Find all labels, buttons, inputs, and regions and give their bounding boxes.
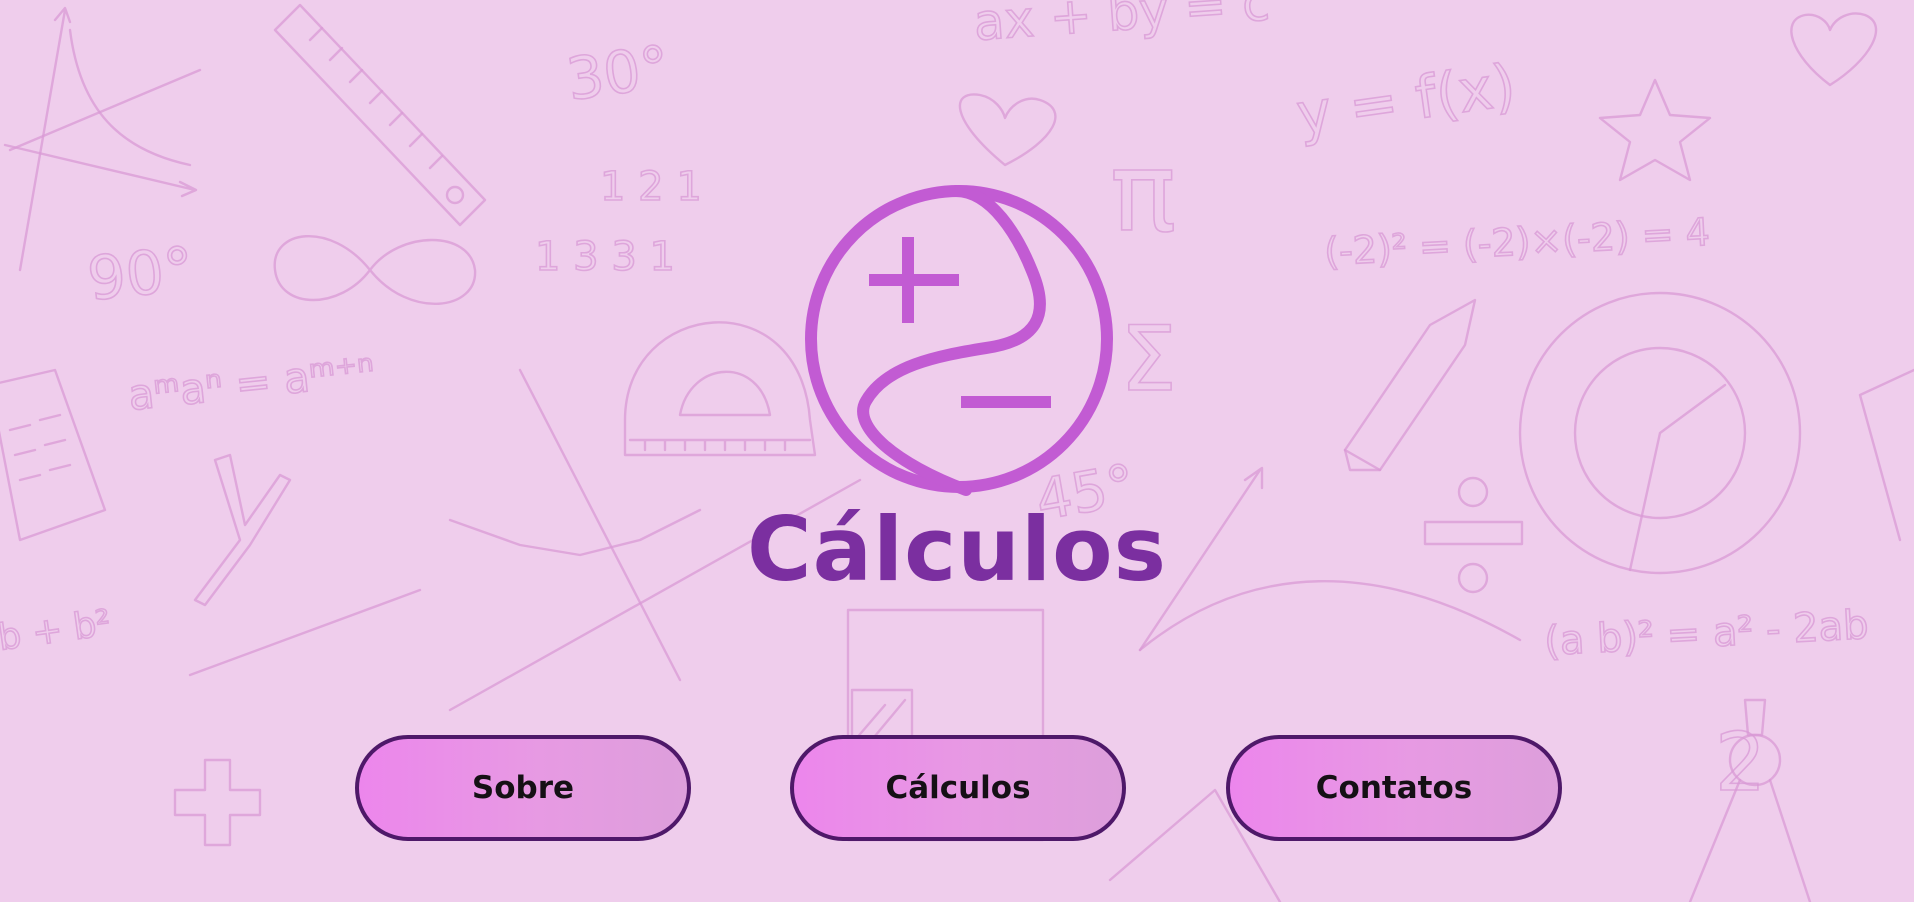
svg-text:ax + by = c: ax + by = c [972,0,1272,52]
heart-doodle-icon-2 [1790,12,1878,87]
svg-text:90°: 90° [84,234,197,315]
nav-button-contatos[interactable]: Contatos [1226,735,1562,841]
nav-button-calculos[interactable]: Cálculos [790,735,1126,841]
svg-text:1 3 3 1: 1 3 3 1 [535,234,675,280]
svg-text:(a b)² = a² - 2ab: (a b)² = a² - 2ab [1543,602,1870,665]
protractor-doodle-icon [623,321,817,457]
svg-text:Σ: Σ [1120,307,1177,412]
page-title: Cálculos [747,498,1167,601]
svg-text:(-2)² = (-2)×(-2) = 4: (-2)² = (-2)×(-2) = 4 [1323,210,1711,274]
svg-text:y = f(x): y = f(x) [1292,51,1519,149]
star-doodle-icon [1598,78,1712,182]
heart-doodle-icon [958,93,1057,167]
svg-text:30°: 30° [562,32,673,114]
ruler-doodle-icon [273,3,487,227]
nav-button-sobre[interactable]: Sobre [355,735,691,841]
axes-doodle-icon [3,6,202,272]
plus-minus-circle-icon [796,176,1122,502]
svg-text:1 2 1: 1 2 1 [600,164,702,210]
main-nav: Sobre Cálculos Contatos [0,735,1914,845]
svg-text:aᵐaⁿ = aᵐ⁺ⁿ: aᵐaⁿ = aᵐ⁺ⁿ [126,345,377,420]
infinity-doodle-icon [273,234,477,305]
svg-text:b + b²: b + b² [0,603,113,659]
pencil-doodle-icon [1343,298,1477,472]
